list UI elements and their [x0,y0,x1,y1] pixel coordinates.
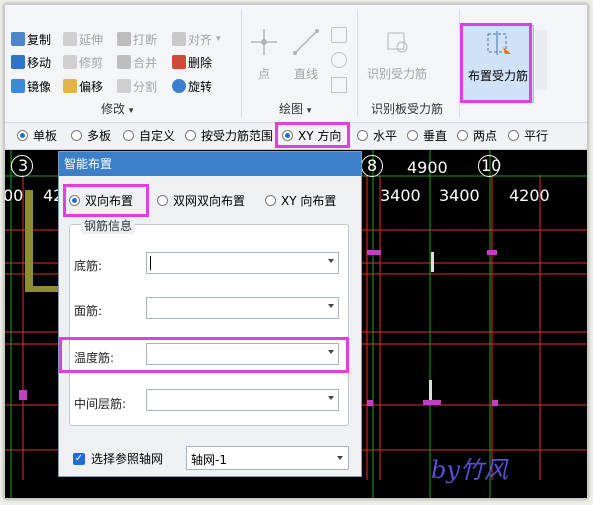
middle-layer-rebar-label: 中间层筋: [74,397,127,411]
ribbon-overflow [535,30,547,90]
layout-option-double-net[interactable]: 双网双向布置 [157,192,245,209]
radio-icon [407,130,418,141]
break-button[interactable]: 打断 [117,29,157,49]
radio-icon [265,195,276,206]
top-rebar-label: 面筋: [74,304,103,318]
app-window: 复制 移动 镜像 延伸 修剪 偏移 打断 合并 分割 对齐 ▾ 删除 旋转 修改 … [4,4,588,499]
radio-icon [357,130,368,141]
line-icon [293,29,319,55]
radio-icon [157,195,168,206]
align-icon [172,32,186,46]
copy-button[interactable]: 复制 [11,29,51,49]
break-icon [117,32,131,46]
offset-icon [63,79,77,93]
point-button[interactable]: 点 [249,27,279,82]
delete-button[interactable]: 删除 [172,52,212,72]
option-single-slab[interactable]: 单板 [17,127,57,144]
modify-group-label: 修改 ▾ [101,102,134,116]
axis-label: 10 [481,156,502,175]
top-rebar-field[interactable] [146,297,339,319]
option-vertical[interactable]: 垂直 [407,127,447,144]
split-icon [117,79,131,93]
identify-group-label: 识别板受力筋 [371,102,444,116]
identify-rebar-button[interactable]: 识别受力筋 [367,27,427,82]
chevron-down-icon[interactable] [328,304,334,308]
bottom-rebar-field[interactable] [146,252,339,274]
ribbon-toolbar: 复制 移动 镜像 延伸 修剪 偏移 打断 合并 分割 对齐 ▾ 删除 旋转 修改 … [5,5,587,123]
axis-grid-select[interactable]: 轴网-1 [186,446,349,470]
offset-button[interactable]: 偏移 [63,76,103,96]
rotate-icon [172,79,186,93]
mirror-icon [11,79,25,93]
point-icon [251,29,277,55]
chevron-down-icon[interactable] [337,456,343,460]
identify-rebar-icon [387,32,408,53]
chevron-down-icon: ▾ [306,106,312,116]
watermark: by竹风 [431,456,508,484]
bottom-rebar-label: 底筋: [74,259,103,273]
checkbox-checked-icon: ✓ [73,452,85,465]
mirror-button[interactable]: 镜像 [11,76,51,96]
radio-icon [123,130,134,141]
dimension-label: 00 [4,186,24,205]
arc-icon[interactable] [331,27,347,43]
layout-option-xy[interactable]: XY 向布置 [265,192,336,209]
group-separator [241,9,242,117]
radio-icon [185,130,196,141]
highlight-box [460,23,532,103]
draw-group-label: 绘图 ▾ [279,102,312,116]
option-parallel[interactable]: 平行 [508,127,548,144]
middle-layer-rebar-field[interactable] [146,389,339,411]
radio-icon [71,130,82,141]
trim-button[interactable]: 修剪 [63,52,103,72]
copy-icon [11,32,25,46]
radio-icon [508,130,519,141]
option-horizontal[interactable]: 水平 [357,127,397,144]
chevron-down-icon[interactable] [328,259,334,263]
rotate-button[interactable]: 旋转 [172,76,212,96]
rectangle-icon[interactable] [331,77,347,93]
highlight-box [275,122,350,148]
axis-label: 3 [18,156,29,175]
layout-options-bar: 单板 多板 自定义 按受力筋范围 XY 方向 水平 垂直 两点 平行 [5,122,587,150]
chevron-down-icon[interactable] [328,396,334,400]
chevron-down-icon: ▾ [216,34,221,44]
dimension-label: 3400 [439,186,480,205]
chevron-down-icon: ▾ [128,106,134,116]
text-cursor [150,256,151,270]
highlight-box [63,184,149,217]
line-button[interactable]: 直线 [291,27,321,82]
group-separator [357,9,358,117]
extend-button[interactable]: 延伸 [63,29,103,49]
rebar-info-legend: 钢筋信息 [81,217,136,234]
dimension-label: 4900 [407,158,448,177]
circle-icon[interactable] [331,52,347,68]
option-by-rebar-range[interactable]: 按受力筋范围 [185,127,273,144]
option-custom[interactable]: 自定义 [123,127,175,144]
merge-icon [117,55,131,69]
dialog-title: 智能布置 [59,152,361,176]
dimension-label: 3400 [380,186,421,205]
radio-icon [457,130,468,141]
align-button[interactable]: 对齐 ▾ [172,29,221,49]
dimension-label: 4200 [509,186,550,205]
select-reference-axis-checkbox[interactable]: ✓ 选择参照轴网 [73,450,163,467]
merge-button[interactable]: 合并 [117,52,157,72]
smart-layout-dialog: 智能布置 双向布置 双网双向布置 XY 向布置 钢筋信息 底筋: 面筋: 温度筋… [58,151,362,477]
radio-icon [17,130,28,141]
move-button[interactable]: 移动 [11,52,51,72]
axis-label: 8 [367,156,378,175]
highlight-box [59,337,349,373]
trim-icon [63,55,77,69]
option-two-points[interactable]: 两点 [457,127,497,144]
extend-icon [63,32,77,46]
split-button[interactable]: 分割 [117,76,157,96]
option-multi-slab[interactable]: 多板 [71,127,111,144]
delete-icon [172,55,186,69]
move-icon [11,55,25,69]
